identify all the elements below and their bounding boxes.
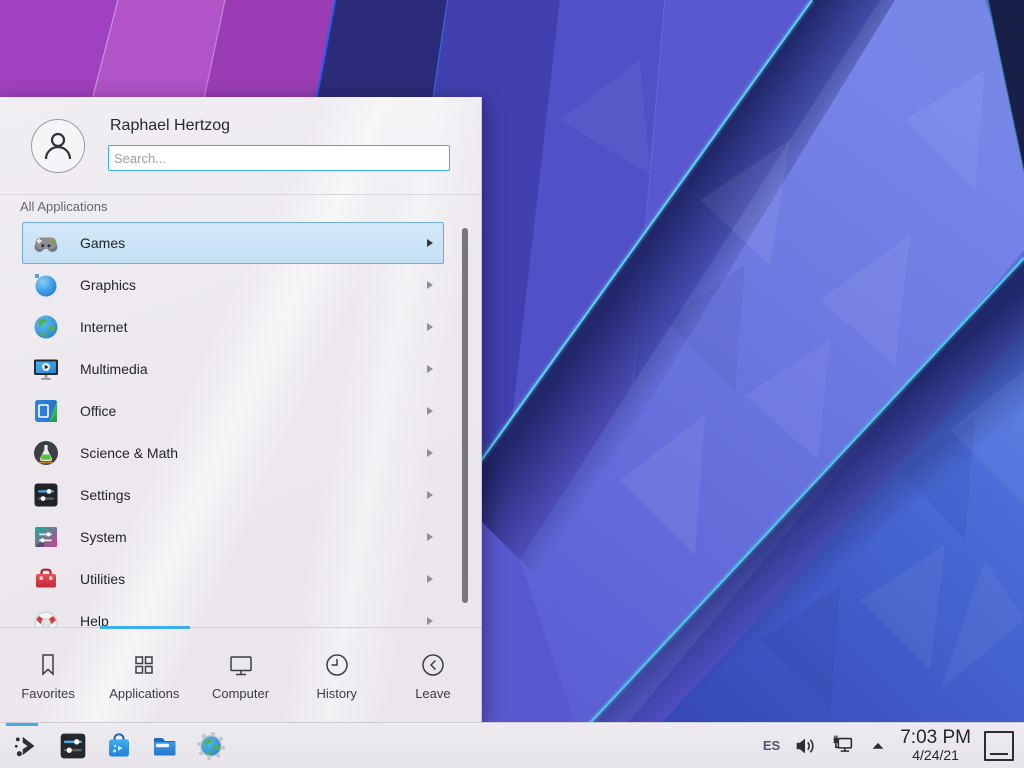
- submenu-arrow-icon: [427, 575, 433, 583]
- monitor-icon: [227, 651, 255, 679]
- submenu-arrow-icon: [427, 365, 433, 373]
- system-settings-icon: [58, 731, 88, 761]
- menu-item-multimedia[interactable]: Multimedia: [22, 348, 444, 390]
- lifebuoy-icon: [32, 607, 60, 627]
- menu-item-help[interactable]: Help: [22, 600, 444, 627]
- user-name: Raphael Hertzog: [110, 117, 230, 135]
- menu-item-label: Graphics: [80, 277, 136, 293]
- launcher-header: Raphael Hertzog: [0, 97, 481, 195]
- keyboard-layout-indicator[interactable]: ES: [763, 738, 780, 753]
- taskbar-panel: ES 7:03 PM 4/24/21: [0, 722, 1024, 768]
- menu-item-label: Settings: [80, 487, 131, 503]
- menu-item-label: Science & Math: [80, 445, 178, 461]
- active-tab-indicator: [100, 626, 190, 629]
- kde-launcher-icon: [11, 730, 43, 762]
- network-icon[interactable]: [830, 733, 856, 759]
- monitor-play-icon: [32, 355, 60, 383]
- submenu-arrow-icon: [427, 281, 433, 289]
- tab-applications[interactable]: Applications: [96, 628, 192, 723]
- submenu-arrow-icon: [427, 407, 433, 415]
- system-tray: ES 7:03 PM 4/24/21: [763, 728, 1014, 763]
- search-input[interactable]: [108, 145, 450, 171]
- scrollbar-thumb[interactable]: [462, 228, 468, 603]
- discover-bag-icon: [104, 731, 134, 761]
- pager-line: [990, 753, 1008, 755]
- file-manager-button[interactable]: [148, 729, 182, 763]
- menu-item-system[interactable]: System: [22, 516, 444, 558]
- blue-sphere-icon: [32, 271, 60, 299]
- show-desktop-widget[interactable]: [984, 731, 1014, 761]
- submenu-arrow-icon: [427, 491, 433, 499]
- desktop: Raphael Hertzog All Applications Games: [0, 0, 1024, 768]
- menu-item-label: Office: [80, 403, 116, 419]
- menu-item-internet[interactable]: Internet: [22, 306, 444, 348]
- tab-label: Applications: [109, 686, 179, 701]
- application-launcher-button[interactable]: [10, 729, 44, 763]
- menu-item-settings[interactable]: Settings: [22, 474, 444, 516]
- submenu-arrow-icon: [427, 239, 433, 247]
- menu-item-label: Multimedia: [80, 361, 148, 377]
- category-list: Games Graphics: [0, 222, 481, 627]
- submenu-arrow-icon: [427, 449, 433, 457]
- browser-globe-gear-icon: [196, 731, 226, 761]
- menu-item-label: Utilities: [80, 571, 125, 587]
- menu-item-science-math[interactable]: Science & Math: [22, 432, 444, 474]
- leave-circle-icon: [419, 651, 447, 679]
- clock-icon: [323, 651, 351, 679]
- grid-icon: [130, 651, 158, 679]
- folder-icon: [150, 731, 180, 761]
- tab-label: Favorites: [21, 686, 74, 701]
- menu-item-label: Internet: [80, 319, 127, 335]
- application-launcher-popup: Raphael Hertzog All Applications Games: [0, 97, 482, 722]
- web-browser-button[interactable]: [194, 729, 228, 763]
- toolbox-icon: [32, 565, 60, 593]
- clock-date: 4/24/21: [900, 748, 971, 763]
- bookmark-icon: [34, 651, 62, 679]
- digital-clock[interactable]: 7:03 PM 4/24/21: [900, 728, 971, 763]
- menu-item-utilities[interactable]: Utilities: [22, 558, 444, 600]
- submenu-arrow-icon: [427, 323, 433, 331]
- globe-icon: [32, 313, 60, 341]
- tab-leave[interactable]: Leave: [385, 628, 481, 723]
- submenu-arrow-icon: [427, 533, 433, 541]
- color-sliders-icon: [32, 523, 60, 551]
- system-settings-button[interactable]: [56, 729, 90, 763]
- tab-computer[interactable]: Computer: [192, 628, 288, 723]
- menu-item-office[interactable]: Office: [22, 390, 444, 432]
- tab-label: History: [316, 686, 356, 701]
- launcher-active-indicator: [6, 723, 38, 726]
- tab-label: Leave: [415, 686, 450, 701]
- tab-history[interactable]: History: [289, 628, 385, 723]
- dark-sliders-icon: [32, 481, 60, 509]
- menu-item-graphics[interactable]: Graphics: [22, 264, 444, 306]
- menu-item-label: Games: [80, 235, 125, 251]
- document-icon: [32, 397, 60, 425]
- menu-item-label: System: [80, 529, 127, 545]
- menu-item-games[interactable]: Games: [22, 222, 444, 264]
- tab-label: Computer: [212, 686, 269, 701]
- menu-item-label: Help: [80, 613, 109, 627]
- volume-icon[interactable]: [793, 733, 817, 759]
- submenu-arrow-icon: [427, 617, 433, 625]
- section-label: All Applications: [20, 199, 107, 214]
- flask-icon: [32, 439, 60, 467]
- user-avatar[interactable]: [31, 119, 85, 173]
- clock-time: 7:03 PM: [900, 728, 971, 748]
- tray-expander-icon[interactable]: [869, 737, 887, 755]
- gamepad-icon: [32, 229, 60, 257]
- user-icon: [41, 129, 75, 163]
- tab-favorites[interactable]: Favorites: [0, 628, 96, 723]
- discover-button[interactable]: [102, 729, 136, 763]
- launcher-footer-tabs: Favorites Applications: [0, 627, 481, 723]
